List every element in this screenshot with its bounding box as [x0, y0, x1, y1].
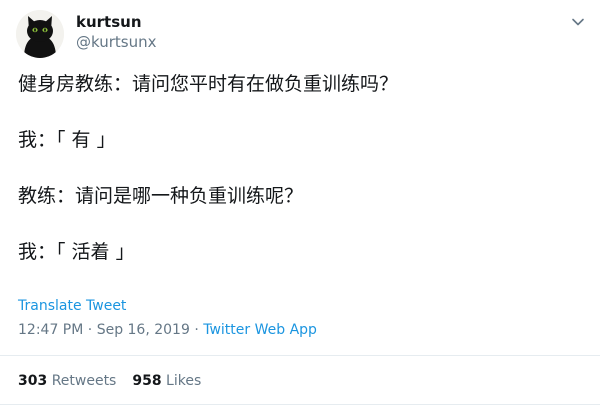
tweet-metadata: 12:47 PM · Sep 16, 2019 · Twitter Web Ap… [18, 320, 317, 340]
retweets-count: 303 [18, 373, 48, 389]
likes-stat[interactable]: 958 Likes [132, 373, 201, 389]
divider [0, 404, 600, 405]
retweets-stat[interactable]: 303 Retweets [18, 373, 116, 389]
tweet-line: 我：「 有 」 [18, 129, 116, 151]
retweets-label: Retweets [51, 373, 117, 389]
tweet-line: 教练：请问是哪一种负重训练呢？ [18, 185, 304, 207]
tweet-time[interactable]: 12:47 PM [18, 322, 83, 338]
meta-separator: · [194, 322, 199, 338]
divider [0, 355, 600, 356]
likes-label: Likes [166, 373, 202, 389]
user-display-name[interactable]: kurtsun [76, 12, 142, 32]
tweet-line: 我：「 活着 」 [18, 241, 135, 263]
black-cat-avatar-icon [16, 10, 64, 58]
tweet-line: 健身房教练：请问您平时有在做负重训练吗？ [18, 73, 399, 95]
tweet-stats: 303 Retweets 958 Likes [18, 371, 201, 391]
chevron-down-icon[interactable] [570, 14, 586, 30]
tweet-source-link[interactable]: Twitter Web App [203, 322, 317, 338]
avatar[interactable] [16, 10, 64, 58]
translate-tweet-link[interactable]: Translate Tweet [18, 296, 126, 316]
tweet-text: 健身房教练：请问您平时有在做负重训练吗？ 我：「 有 」 教练：请问是哪一种负重… [18, 70, 588, 266]
likes-count: 958 [132, 373, 162, 389]
meta-separator: · [87, 322, 93, 338]
tweet-date[interactable]: Sep 16, 2019 [97, 322, 190, 338]
user-handle[interactable]: @kurtsunx [76, 32, 157, 52]
tweet-card: kurtsun @kurtsunx 健身房教练：请问您平时有在做负重训练吗？ 我… [0, 0, 600, 406]
